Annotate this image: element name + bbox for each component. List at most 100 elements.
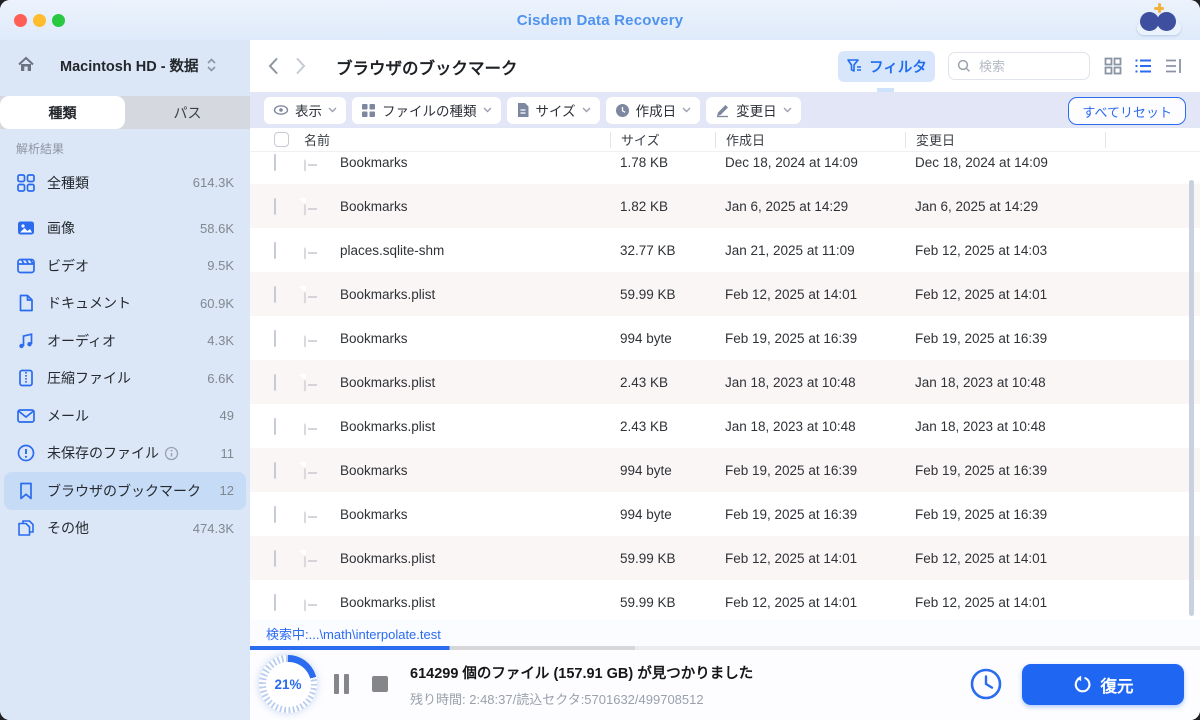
table-row[interactable]: Bookmarks 1.82 KB Jan 6, 2025 at 14:29 J… [250,184,1200,228]
sidebar-item-label: ドキュメント [47,295,131,312]
detail-view-icon[interactable] [1163,56,1183,76]
file-modified: Feb 12, 2025 at 14:01 [915,594,1048,610]
table-row[interactable]: Bookmarks.plist 59.99 KB Feb 12, 2025 at… [250,536,1200,580]
forward-button[interactable] [290,54,312,78]
search-input[interactable] [977,57,1081,75]
table-row[interactable]: Bookmarks 1.78 KB Dec 18, 2024 at 14:09 … [250,152,1200,184]
tab-path[interactable]: パス [125,96,250,129]
filter-chip-file-type[interactable]: ファイルの種類 [352,96,501,124]
content-toolbar: ブラウザのブックマーク フィルタ [250,40,1200,96]
filter-chip-display[interactable]: 表示 [264,96,346,124]
table-row[interactable]: Bookmarks.plist 2.43 KB Jan 18, 2023 at … [250,404,1200,448]
page-title: ブラウザのブックマーク [336,60,518,78]
filter-chip-modified[interactable]: 変更日 [706,96,801,124]
chip-label: ファイルの種類 [382,104,477,119]
drive-selector[interactable]: Macintosh HD - 数据 [0,48,250,82]
grid-view-icon[interactable] [1103,56,1123,76]
file-modified: Feb 12, 2025 at 14:03 [915,242,1048,258]
row-checkbox[interactable] [274,329,276,347]
table-row[interactable]: Bookmarks 994 byte Feb 19, 2025 at 16:39… [250,316,1200,360]
column-header-modified[interactable]: 変更日 [905,131,1105,148]
file-modified: Feb 19, 2025 at 16:39 [915,506,1048,522]
table-row[interactable]: Bookmarks 994 byte Feb 19, 2025 at 16:39… [250,492,1200,536]
back-button[interactable] [262,54,284,78]
clock-icon [615,103,630,118]
table-row[interactable]: Bookmarks.plist 59.99 KB Feb 12, 2025 at… [250,580,1200,620]
row-checkbox[interactable] [274,241,276,259]
file-table: Bookmarks 1.78 KB Dec 18, 2024 at 14:09 … [250,152,1200,620]
table-row[interactable]: Bookmarks 994 byte Feb 19, 2025 at 16:39… [250,448,1200,492]
file-created: Dec 18, 2024 at 14:09 [725,154,858,170]
sidebar-item-label: オーディオ [47,332,117,349]
row-checkbox[interactable] [274,505,276,523]
file-name: Bookmarks.plist [340,418,436,434]
sidebar-item-label: ブラウザのブックマーク [47,482,201,499]
stop-button[interactable] [372,676,388,692]
row-checkbox[interactable] [274,285,276,303]
sidebar-item-all-types[interactable]: 全種類 614.3K [4,164,246,202]
row-checkbox[interactable] [274,461,276,479]
sidebar-item-label: 画像 [47,220,75,237]
file-icon [304,505,306,523]
row-checkbox[interactable] [274,549,276,567]
file-name: Bookmarks [340,154,408,170]
table-row[interactable]: Bookmarks.plist 2.43 KB Jan 18, 2023 at … [250,360,1200,404]
file-modified: Feb 19, 2025 at 16:39 [915,462,1048,478]
sidebar-item-archives[interactable]: 圧縮ファイル 6.6K [4,360,246,398]
restore-arrow-icon [1073,675,1092,694]
filter-button-label: フィルタ [869,60,927,76]
pause-button[interactable] [334,674,350,694]
column-header-name[interactable]: 名前 [304,132,610,148]
chip-label: 表示 [295,104,322,119]
sidebar-item-audio[interactable]: オーディオ 4.3K [4,322,246,360]
sidebar-item-mail[interactable]: メール 49 [4,397,246,435]
recover-button[interactable]: 復元 [1022,664,1184,705]
sidebar-item-videos[interactable]: ビデオ 9.5K [4,247,246,285]
grid-icon [16,173,36,193]
row-checkbox[interactable] [274,197,276,215]
chevron-down-icon [682,107,691,113]
pencil-icon [715,103,730,118]
sidebar-item-others[interactable]: その他 474.3K [4,510,246,548]
home-icon[interactable] [16,55,36,75]
table-row[interactable]: places.sqlite-shm 32.77 KB Jan 21, 2025 … [250,228,1200,272]
row-checkbox[interactable] [274,593,276,611]
history-clock-icon[interactable] [969,667,1003,701]
sidebar-item-count: 9.5K [207,258,234,274]
progress-percent: 21% [265,661,311,707]
sidebar-item-browser-bookmarks[interactable]: ブラウザのブックマーク 12 [4,472,246,510]
app-title: Cisdem Data Recovery [516,12,684,29]
filter-chip-created[interactable]: 作成日 [605,96,701,124]
bookmark-icon [16,481,36,501]
filter-button[interactable]: フィルタ [838,51,935,82]
table-row[interactable]: Bookmarks.plist 59.99 KB Feb 12, 2025 at… [250,272,1200,316]
file-icon [304,461,306,479]
row-checkbox[interactable] [274,153,276,171]
sidebar-item-unsaved-files[interactable]: 未保存のファイル 11 [4,435,246,473]
account-mascot-icon[interactable] [1136,3,1182,37]
file-icon [304,373,306,391]
row-checkbox[interactable] [274,373,276,391]
file-created: Feb 12, 2025 at 14:01 [725,550,858,566]
sidebar-item-label: その他 [47,520,89,537]
search-box[interactable] [948,52,1090,80]
chip-label: 作成日 [635,104,677,119]
reset-all-button[interactable]: すべてリセット [1068,97,1186,125]
sidebar-item-count: 6.6K [207,370,234,386]
tab-type[interactable]: 種類 [0,96,125,129]
column-header-created[interactable]: 作成日 [715,131,905,148]
row-checkbox[interactable] [274,417,276,435]
sidebar-item-label: 全種類 [47,174,89,191]
file-icon [516,102,530,118]
sidebar-item-images[interactable]: 画像 58.6K [4,210,246,248]
info-icon[interactable] [164,446,179,461]
select-all-checkbox[interactable] [274,132,289,147]
file-name: Bookmarks.plist [340,594,436,610]
list-view-icon[interactable] [1133,56,1153,76]
filter-chip-size[interactable]: サイズ [506,96,600,124]
file-name: Bookmarks [340,462,408,478]
sidebar-item-documents[interactable]: ドキュメント 60.9K [4,285,246,323]
file-size: 59.99 KB [620,550,676,566]
vertical-scrollbar[interactable] [1189,180,1194,616]
column-header-size[interactable]: サイズ [610,131,715,148]
